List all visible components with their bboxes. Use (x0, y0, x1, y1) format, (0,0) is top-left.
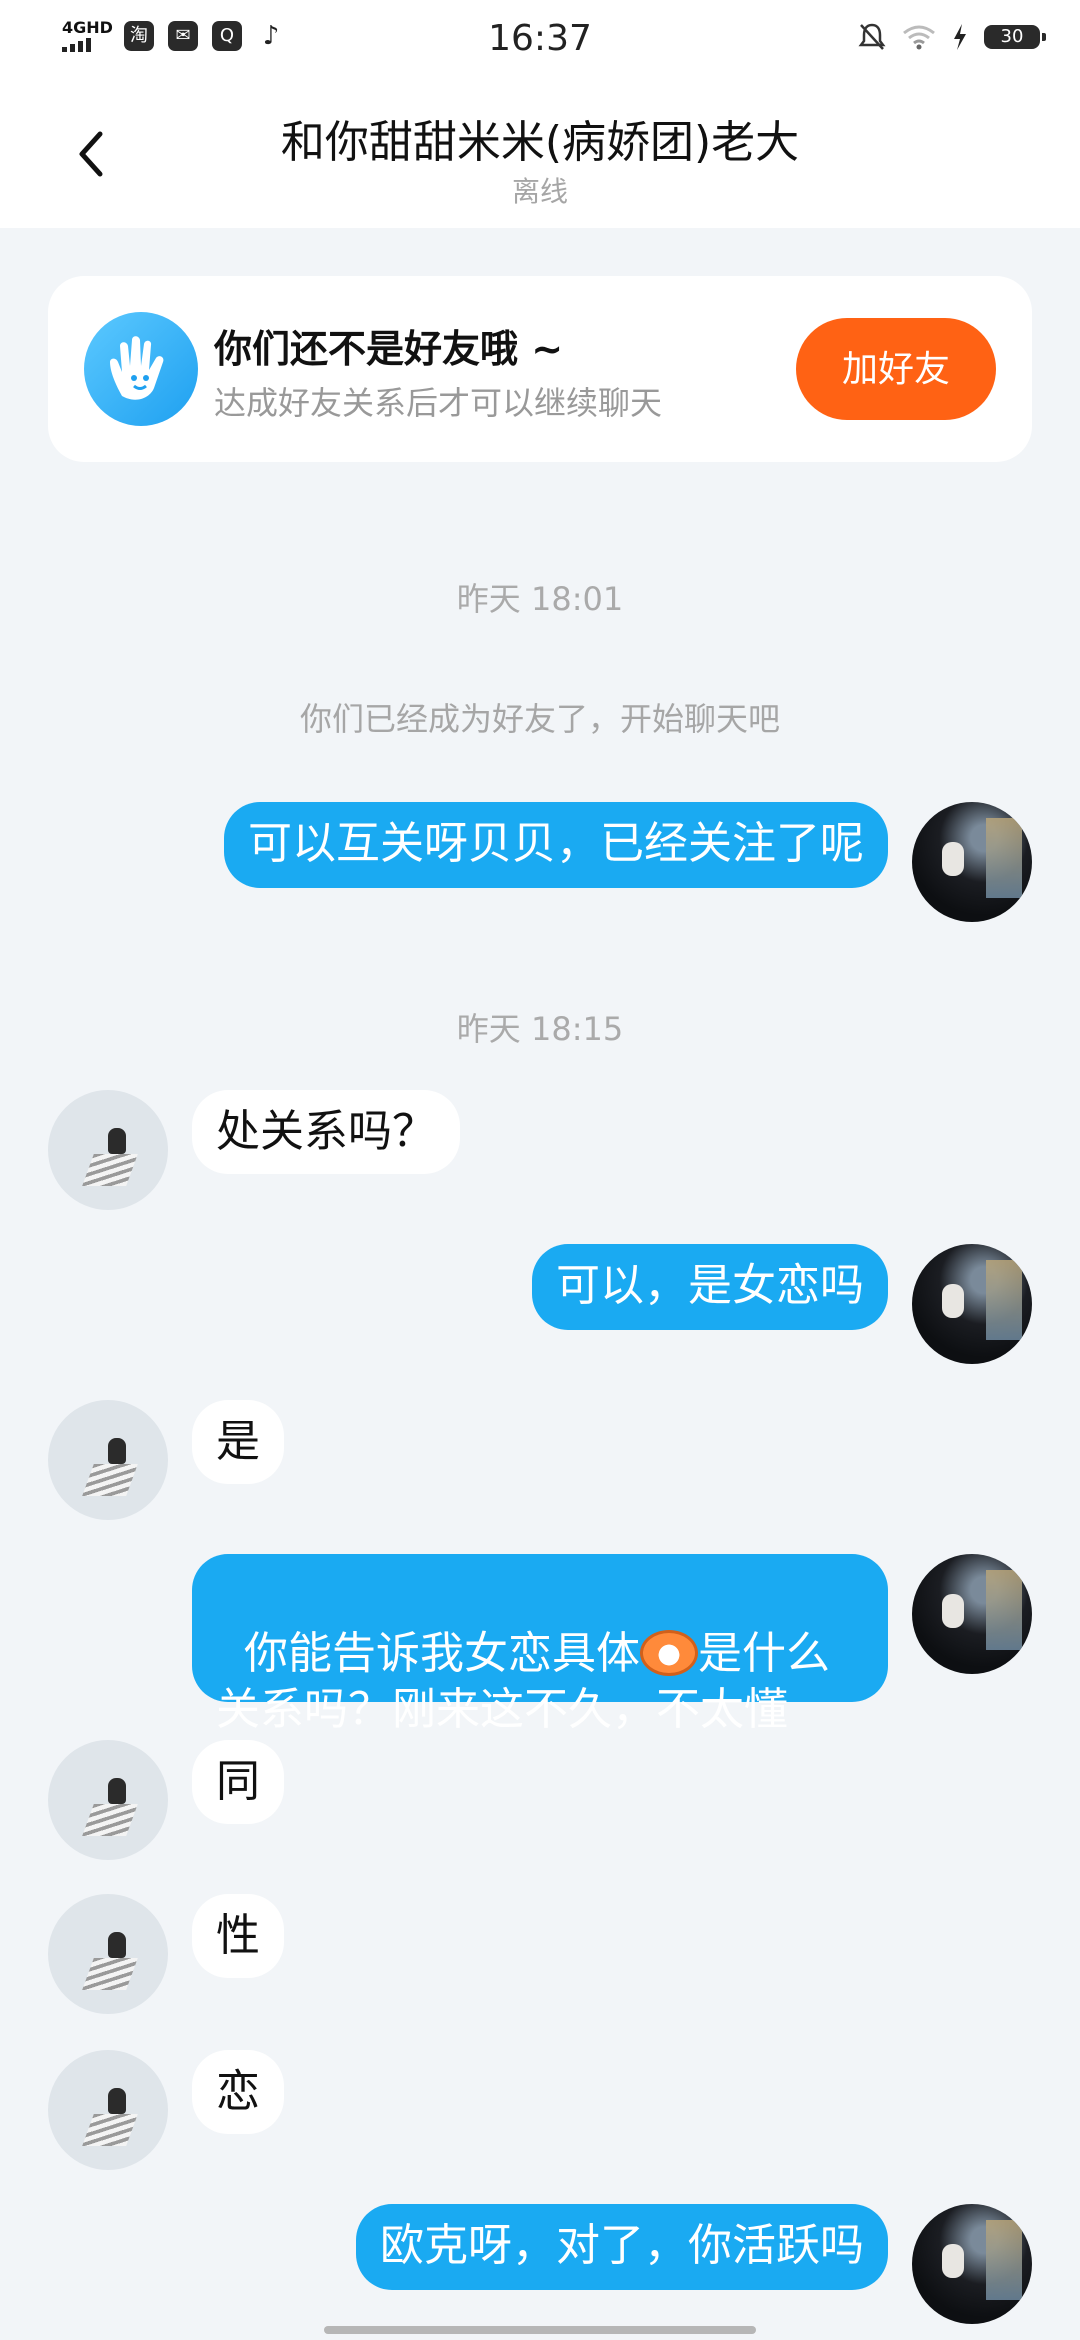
message-bubble-sent[interactable]: 可以，是女恋吗 (532, 1244, 888, 1330)
system-note: 你们已经成为好友了，开始聊天吧 (299, 700, 780, 738)
message-bubble-sent[interactable]: 可以互关呀贝贝，已经关注了呢 (224, 802, 888, 888)
timestamp: 昨天 18:01 (456, 580, 624, 618)
banner-title: 你们还不是好友哦 ~ (214, 327, 564, 371)
wave-hand-icon (84, 312, 198, 426)
contact-avatar[interactable] (48, 1090, 168, 1210)
contact-avatar[interactable] (48, 1894, 168, 2014)
not-friend-banner: 你们还不是好友哦 ~ 达成好友关系后才可以继续聊天 加好友 (48, 276, 1032, 462)
message-text: 你能告诉我女恋具体 (243, 1628, 640, 1679)
add-friend-button[interactable]: 加好友 (796, 318, 996, 420)
message-bubble-received[interactable]: 性 (192, 1894, 284, 1978)
message-text: 是什么 (697, 1628, 830, 1679)
online-status: 离线 (511, 175, 568, 208)
grin-emoji-icon (639, 1630, 698, 1676)
wifi-icon (903, 25, 935, 50)
chat-title: 和你甜甜米米(病娇团)老大 (280, 117, 800, 168)
message-bubble-received[interactable]: 处关系吗？ (192, 1090, 460, 1174)
contact-avatar[interactable] (48, 1740, 168, 1860)
timestamp: 昨天 18:15 (456, 1010, 624, 1048)
message-bubble-received[interactable]: 是 (192, 1400, 284, 1484)
contact-avatar[interactable] (48, 2050, 168, 2170)
message-bubble-sent[interactable]: 你能告诉我女恋具体 是什么 关系吗？刚来这不久，不太懂 (192, 1554, 888, 1735)
banner-subtitle: 达成好友关系后才可以继续聊天 (214, 384, 663, 422)
message-bubble-sent[interactable]: 欧克呀，对了，你活跃吗 (356, 2204, 888, 2290)
status-right: 30 (858, 22, 1046, 52)
home-indicator[interactable] (324, 2326, 756, 2334)
message-bubble-received[interactable]: 恋 (192, 2050, 284, 2134)
charging-icon (954, 24, 966, 50)
my-avatar[interactable] (912, 802, 1032, 922)
battery-icon: 30 (984, 25, 1046, 49)
contact-avatar[interactable] (48, 1400, 168, 1520)
my-avatar[interactable] (912, 1554, 1032, 1674)
chat-header: 和你甜甜米米(病娇团)老大 离线 (0, 80, 1080, 228)
message-bubble-received[interactable]: 同 (192, 1740, 284, 1824)
my-avatar[interactable] (912, 1244, 1032, 1364)
status-bar: 4GHD 淘 ✉ Q ♪ 16:37 30 (0, 0, 1080, 80)
my-avatar[interactable] (912, 2204, 1032, 2324)
message-text: 关系吗？刚来这不久，不太懂 (216, 1684, 788, 1735)
mute-icon (858, 23, 886, 50)
